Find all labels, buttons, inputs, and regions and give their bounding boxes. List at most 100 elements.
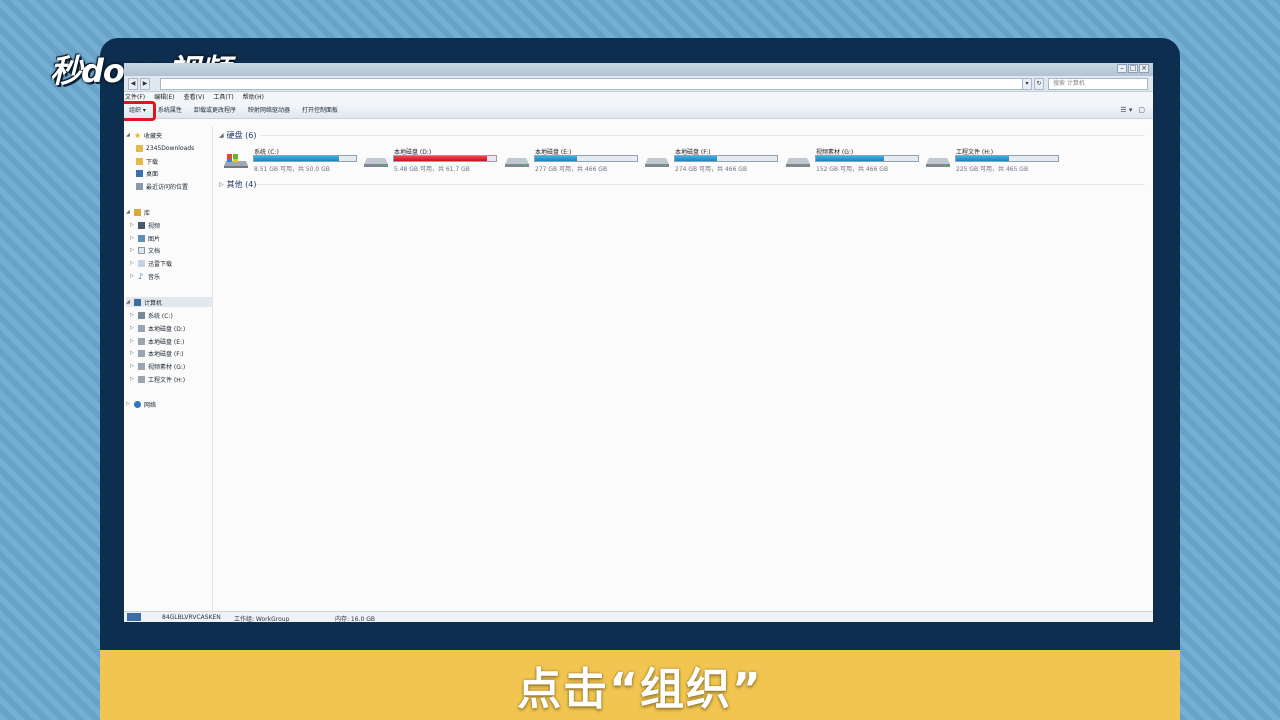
group-other[interactable]: ▷ 其他 (4): [219, 179, 257, 190]
drive-tile-h[interactable]: 工程文件 (H:) 225 GB 可用，共 465 GB: [926, 145, 1066, 175]
caption-bar: 点击“组织”: [100, 650, 1180, 720]
view-options-icon[interactable]: ☰ ▾: [1120, 106, 1132, 114]
nav-item-thunder-downloads[interactable]: ▷ 迅雷下载: [130, 258, 172, 268]
nav-item-downloads[interactable]: 下载: [136, 156, 158, 166]
hard-drive-icon: [505, 158, 529, 167]
group-hard-disks[interactable]: ◢ 硬盘 (6): [219, 130, 257, 141]
nav-item-label: 文档: [148, 247, 161, 255]
menu-edit[interactable]: 编辑(E): [154, 92, 174, 103]
drive-usage-bar: [253, 155, 357, 162]
nav-item-label: 桌面: [146, 170, 159, 178]
drive-tile-c[interactable]: 系统 (C:) 8.51 GB 可用，共 50.0 GB: [224, 145, 364, 175]
download-folder-icon: [136, 157, 143, 165]
nav-item-label: 系统 (C:): [148, 312, 173, 320]
nav-drive-d[interactable]: ▷ 本地磁盘 (D:): [130, 323, 185, 333]
drive-usage-bar: [534, 155, 638, 162]
expand-arrow-icon: ▷: [130, 312, 134, 318]
nav-drive-g[interactable]: ▷ 视频素材 (G:): [130, 361, 185, 371]
menu-tools[interactable]: 工具(T): [213, 92, 233, 103]
drive-usage-fill: [956, 156, 1010, 161]
expand-arrow-icon: ▷: [130, 235, 134, 241]
forward-icon[interactable]: ▶: [140, 78, 150, 90]
nav-drive-f[interactable]: ▷ 本地磁盘 (F:): [130, 348, 184, 358]
nav-item-videos[interactable]: ▷ 视频: [130, 220, 160, 230]
expand-arrow-icon: ▷: [130, 376, 134, 382]
nav-item-label: 迅雷下载: [148, 260, 173, 268]
nav-item-label: 音乐: [148, 273, 161, 281]
drive-usage-bar: [955, 155, 1059, 162]
drive-usage-fill: [254, 156, 339, 161]
nav-network[interactable]: ▷ 网络: [126, 399, 156, 409]
drive-usage-fill: [535, 156, 577, 161]
refresh-icon[interactable]: ↻: [1034, 78, 1044, 90]
drive-tile-g[interactable]: 视频素材 (G:) 152 GB 可用，共 466 GB: [786, 145, 926, 175]
nav-item-pictures[interactable]: ▷ 图片: [130, 233, 160, 243]
expand-arrow-icon: ▷: [130, 325, 134, 331]
status-bar: 84GLBLVRVCASKEN 工作组: WorkGroup 内存: 16.0 …: [124, 611, 1153, 622]
caption-text: 点击“组织”: [517, 664, 763, 715]
nav-library-label: 库: [144, 209, 151, 217]
status-workgroup: 工作组: WorkGroup: [234, 616, 290, 622]
open-control-panel-button[interactable]: 打开控制面板: [296, 103, 344, 119]
recent-places-icon: [136, 182, 143, 190]
nav-favorites-label: 收藏夹: [144, 132, 163, 140]
music-icon: ♪: [138, 271, 144, 281]
nav-favorites[interactable]: ◢ ★ 收藏夹: [126, 130, 162, 140]
expand-arrow-icon: ▷: [130, 350, 134, 356]
collapse-arrow-icon: ◢: [126, 299, 130, 305]
nav-computer[interactable]: ◢ 计算机: [126, 297, 212, 307]
menu-help[interactable]: 帮助(H): [243, 92, 264, 103]
library-icon: [134, 208, 141, 216]
menu-bar: 文件(F) 编辑(E) 查看(V) 工具(T) 帮助(H): [124, 92, 1153, 103]
map-network-drive-button[interactable]: 映射网络驱动器: [242, 103, 296, 119]
drive-usage-fill: [675, 156, 717, 161]
address-dropdown-icon[interactable]: ▾: [1022, 78, 1032, 90]
address-bar: ◀ ▶ ▾ ↻ 搜索 计算机: [124, 76, 1153, 92]
title-bar: – □ ×: [124, 63, 1153, 76]
network-icon: [134, 400, 141, 408]
nav-item-recent-places[interactable]: 最近访问的位置: [136, 181, 188, 191]
video-icon: [138, 221, 145, 229]
close-icon[interactable]: ×: [1139, 64, 1149, 73]
drive-usage-bar: [815, 155, 919, 162]
pictures-icon: [138, 234, 145, 242]
menu-view[interactable]: 查看(V): [184, 92, 205, 103]
hard-drive-icon: [138, 375, 145, 383]
expand-arrow-icon: ▷: [130, 260, 134, 266]
maximize-icon[interactable]: □: [1128, 64, 1138, 73]
nav-library[interactable]: ◢ 库: [126, 207, 150, 217]
nav-item-label: 下载: [146, 158, 159, 166]
nav-drive-e[interactable]: ▷ 本地磁盘 (E:): [130, 336, 184, 346]
explorer-window: – □ × ◀ ▶ ▾ ↻ 搜索 计算机 文件(F) 编辑(E) 查看(V) 工…: [124, 63, 1153, 622]
nav-drive-h[interactable]: ▷ 工程文件 (H:): [130, 374, 185, 384]
preview-pane-icon[interactable]: ▢: [1138, 106, 1145, 114]
nav-item-label: 最近访问的位置: [146, 183, 189, 191]
drive-tile-f[interactable]: 本地磁盘 (F:) 274 GB 可用，共 466 GB: [645, 145, 785, 175]
expand-arrow-icon: ▷: [130, 247, 134, 253]
system-properties-button[interactable]: 系统属性: [152, 103, 188, 119]
nav-item-label: 视频: [148, 222, 161, 230]
hard-drive-icon: [138, 349, 145, 357]
nav-drive-c[interactable]: ▷ 系统 (C:): [130, 310, 173, 320]
search-input[interactable]: 搜索 计算机: [1048, 78, 1148, 90]
expand-arrow-icon: ▷: [219, 181, 224, 188]
nav-item-documents[interactable]: ▷ 文档: [130, 245, 160, 255]
command-toolbar: 组织 ▾ 系统属性 卸载或更改程序 映射网络驱动器 打开控制面板 ☰ ▾ ▢: [124, 100, 1153, 121]
windows-drive-icon: [224, 154, 248, 168]
organize-button[interactable]: 组织 ▾: [124, 100, 156, 121]
address-input[interactable]: [160, 78, 1026, 90]
minimize-icon[interactable]: –: [1117, 64, 1127, 73]
back-icon[interactable]: ◀: [128, 78, 138, 90]
uninstall-program-button[interactable]: 卸载或更改程序: [188, 103, 242, 119]
nav-item-2345downloads[interactable]: 2345Downloads: [136, 143, 194, 153]
hard-drive-icon: [138, 337, 145, 345]
nav-item-label: 2345Downloads: [146, 144, 195, 152]
nav-item-desktop[interactable]: 桌面: [136, 168, 158, 178]
nav-item-music[interactable]: ▷ ♪ 音乐: [130, 271, 160, 281]
nav-network-label: 网络: [144, 401, 157, 409]
desktop-icon: [136, 169, 143, 177]
group-divider: [260, 135, 1145, 136]
drive-tile-e[interactable]: 本地磁盘 (E:) 277 GB 可用，共 466 GB: [505, 145, 645, 175]
drive-tile-d[interactable]: 本地磁盘 (D:) 5.48 GB 可用，共 61.7 GB: [364, 145, 504, 175]
star-icon: ★: [134, 130, 142, 140]
